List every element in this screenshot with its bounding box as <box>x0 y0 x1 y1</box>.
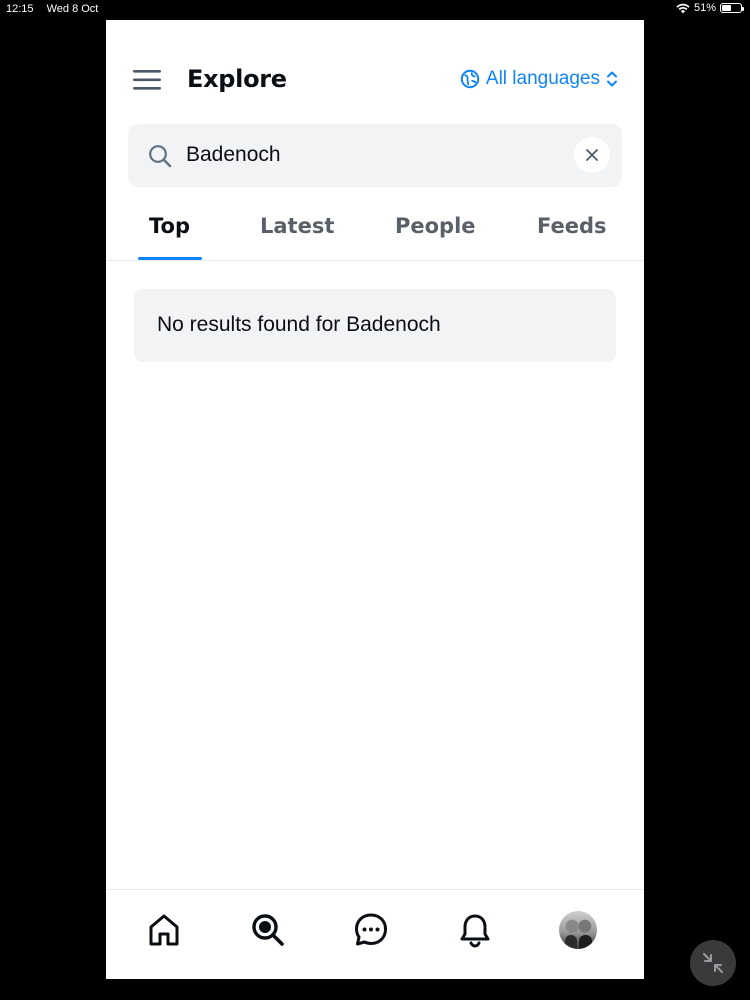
search-bar <box>128 124 622 187</box>
empty-results-message: No results found for Badenoch <box>157 313 441 336</box>
tab-feeds[interactable]: Feeds <box>537 214 607 238</box>
header: Explore All languages <box>106 60 644 102</box>
minimize-arrows-icon <box>703 953 723 973</box>
status-bar: 12:15 Wed 8 Oct 51% <box>0 0 750 18</box>
nav-profile[interactable] <box>558 910 598 950</box>
clear-search-button[interactable] <box>574 137 610 173</box>
bottom-navigation <box>106 889 644 979</box>
status-date: Wed 8 Oct <box>46 3 99 15</box>
minimize-window-button[interactable] <box>690 940 736 986</box>
empty-results-card: No results found for Badenoch <box>134 289 616 362</box>
device-screen: 12:15 Wed 8 Oct 51% Explore All language… <box>0 0 750 1000</box>
battery-percent: 51% <box>693 2 716 14</box>
search-input[interactable] <box>186 138 556 172</box>
globe-icon <box>460 69 480 89</box>
tab-people[interactable]: People <box>395 214 476 238</box>
battery-icon <box>720 3 744 13</box>
search-icon <box>252 914 284 946</box>
nav-notifications[interactable] <box>455 910 495 950</box>
active-tab-indicator <box>138 257 202 260</box>
avatar <box>559 911 597 949</box>
status-right: 51% <box>676 2 744 14</box>
close-icon <box>586 149 598 161</box>
wifi-icon <box>676 3 690 13</box>
chevron-up-down-icon <box>607 71 617 87</box>
language-label: All languages <box>485 68 600 89</box>
language-selector[interactable]: All languages <box>460 68 618 90</box>
status-left: 12:15 Wed 8 Oct <box>6 3 98 15</box>
tab-top[interactable]: Top <box>149 214 190 238</box>
battery-fill <box>722 5 731 11</box>
explore-window: Explore All languages Badenoch Top Lates… <box>106 20 644 979</box>
menu-button[interactable] <box>132 68 164 94</box>
search-tabs: Top Latest People Feeds <box>106 208 644 261</box>
bell-icon <box>460 914 490 948</box>
chat-icon <box>355 913 387 946</box>
status-time: 12:15 <box>6 3 34 15</box>
hamburger-menu-icon <box>133 70 161 90</box>
page-title: Explore <box>187 65 287 93</box>
nav-search[interactable] <box>248 910 288 950</box>
home-icon <box>149 914 179 946</box>
search-icon <box>149 145 172 168</box>
nav-chat[interactable] <box>351 910 391 950</box>
nav-home[interactable] <box>144 910 184 950</box>
tab-latest[interactable]: Latest <box>260 214 334 238</box>
